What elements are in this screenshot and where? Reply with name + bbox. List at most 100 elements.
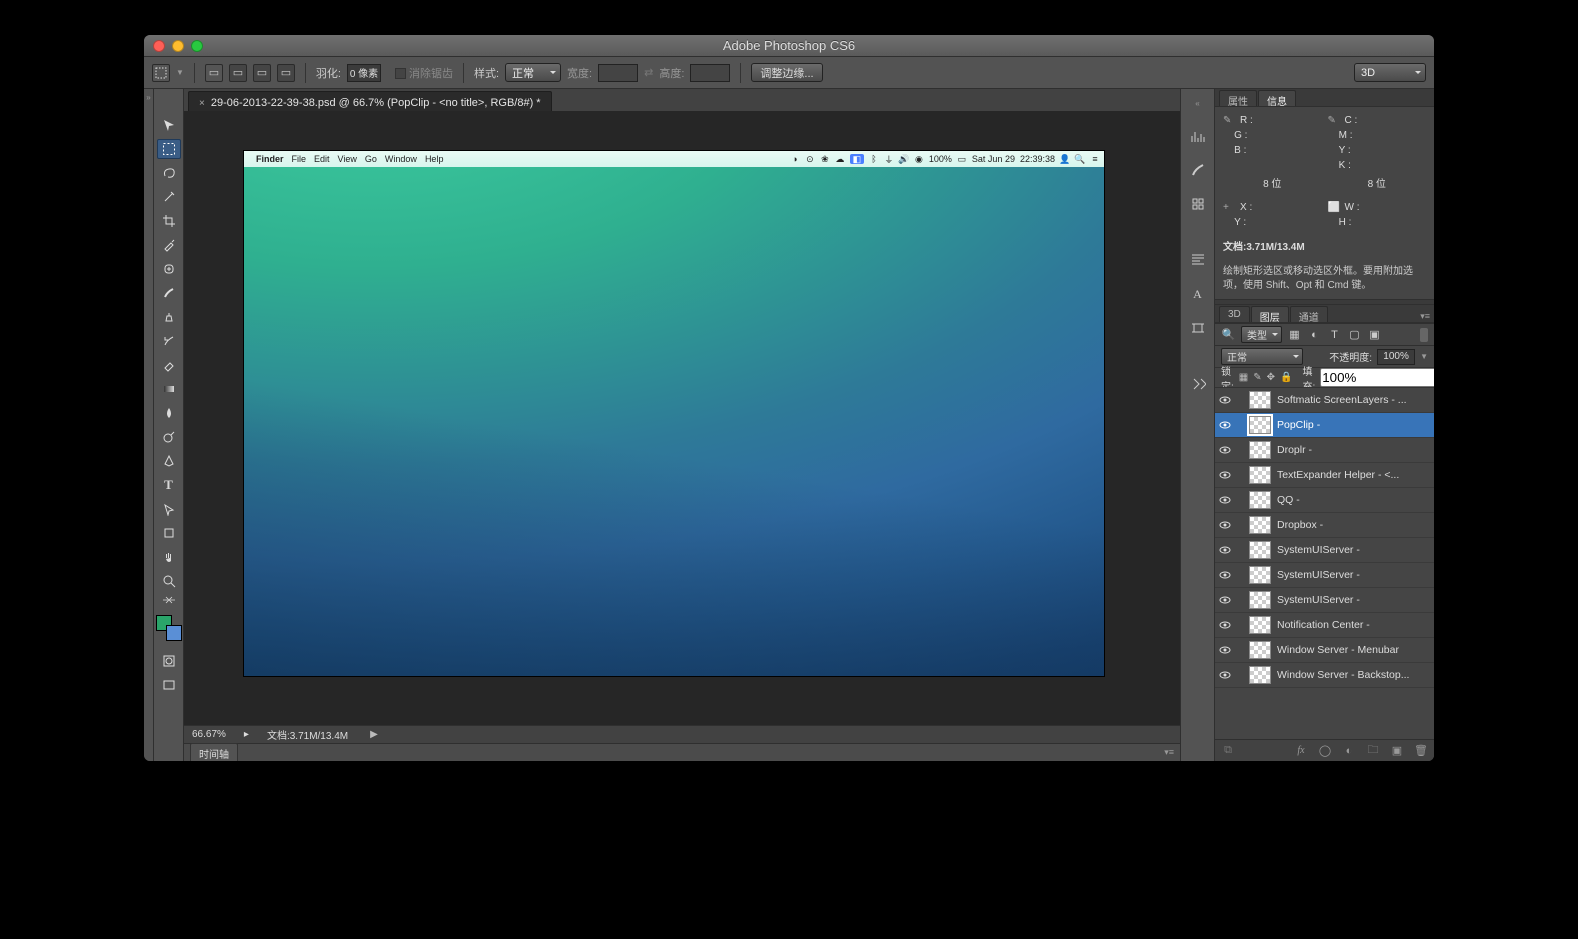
swatch-swap-icon[interactable] [157,595,181,605]
visibility-icon[interactable] [1219,444,1231,456]
type-tool[interactable]: T [157,475,181,495]
clone-stamp-tool[interactable] [157,307,181,327]
filter-toggle[interactable] [1420,328,1428,342]
lock-transparency-icon[interactable]: ▦ [1239,371,1248,385]
lock-pixels-icon[interactable]: ✎ [1253,371,1261,385]
timeline-tab[interactable]: 时间轴 [190,743,238,762]
filter-smart-icon[interactable]: ▣ [1367,327,1382,342]
zoom-level[interactable]: 66.67% [192,729,226,740]
layer-row[interactable]: SystemUIServer - [1215,563,1434,588]
layer-row[interactable]: Dropbox - [1215,513,1434,538]
opacity-input[interactable] [1377,349,1415,365]
visibility-icon[interactable] [1219,394,1231,406]
filter-adjust-icon[interactable]: ◐ [1307,327,1322,342]
status-disclosure-icon[interactable]: ▶ [370,729,378,740]
paragraph-panel-icon[interactable] [1186,248,1210,272]
properties-tab[interactable]: 属性 [1219,90,1257,106]
lasso-tool[interactable] [157,163,181,183]
new-group-icon[interactable]: 🗀 [1366,744,1380,758]
layer-row[interactable]: QQ - [1215,488,1434,513]
color-swatches[interactable] [156,615,182,641]
eyedropper-tool[interactable] [157,235,181,255]
layer-row[interactable]: Notification Center - [1215,613,1434,638]
visibility-icon[interactable] [1219,669,1231,681]
visibility-icon[interactable] [1219,644,1231,656]
crop-tool[interactable] [157,211,181,231]
layers-tab[interactable]: 图层 [1251,306,1289,322]
path-selection-tool[interactable] [157,499,181,519]
dock-collapse-icon[interactable]: « [1195,99,1199,108]
filter-search-icon[interactable]: 🔍 [1221,327,1236,342]
layer-thumbnail[interactable] [1249,616,1271,634]
blur-tool[interactable] [157,403,181,423]
shape-tool[interactable] [157,523,181,543]
character-panel-icon[interactable]: A [1186,282,1210,306]
screen-mode-icon[interactable] [157,675,181,695]
gradient-tool[interactable] [157,379,181,399]
feather-input[interactable] [347,64,381,82]
delete-layer-icon[interactable]: 🗑 [1414,744,1428,758]
hand-tool[interactable] [157,547,181,567]
layer-thumbnail[interactable] [1249,466,1271,484]
brush-tool[interactable] [157,283,181,303]
marquee-tool[interactable] [157,139,181,159]
layer-fx-icon[interactable]: fx [1294,744,1308,758]
workspace-select[interactable]: 3D [1354,63,1426,82]
move-tool[interactable] [157,115,181,135]
add-selection-icon[interactable]: ▭ [229,64,247,82]
channels-tab[interactable]: 通道 [1290,306,1328,322]
intersect-selection-icon[interactable]: ▭ [277,64,295,82]
layer-row[interactable]: Window Server - Backstop... [1215,663,1434,688]
lock-position-icon[interactable]: ✥ [1267,371,1275,385]
visibility-icon[interactable] [1219,594,1231,606]
new-layer-icon[interactable]: ▣ [1390,744,1404,758]
swatches-panel-icon[interactable] [1186,192,1210,216]
layer-thumbnail[interactable] [1249,541,1271,559]
visibility-icon[interactable] [1219,544,1231,556]
layer-row[interactable]: Droplr - [1215,438,1434,463]
brush-panel-icon[interactable] [1186,158,1210,182]
document-tab[interactable]: × 29-06-2013-22-39-38.psd @ 66.7% (PopCl… [188,91,552,111]
history-brush-tool[interactable] [157,331,181,351]
blend-mode-select[interactable]: 正常 [1221,348,1303,365]
layer-thumbnail[interactable] [1249,641,1271,659]
quick-mask-icon[interactable] [157,651,181,671]
layer-row[interactable]: SystemUIServer - [1215,538,1434,563]
tool-preset-picker[interactable] [152,64,170,82]
filter-type-icon[interactable]: T [1327,327,1342,342]
layer-mask-icon[interactable]: ◯ [1318,744,1332,758]
3d-tab[interactable]: 3D [1219,306,1250,322]
layer-thumbnail[interactable] [1249,491,1271,509]
chevron-down-icon[interactable]: ▼ [1420,352,1428,361]
visibility-icon[interactable] [1219,419,1231,431]
refine-edge-button[interactable]: 调整边缘... [751,63,822,82]
layer-row[interactable]: SystemUIServer - [1215,588,1434,613]
status-preview-icon[interactable]: ▸ [244,729,249,740]
link-layers-icon[interactable]: ⧉ [1221,744,1235,758]
histogram-panel-icon[interactable] [1186,124,1210,148]
layer-thumbnail[interactable] [1249,666,1271,684]
lock-all-icon[interactable]: 🔒 [1280,371,1292,385]
visibility-icon[interactable] [1219,519,1231,531]
filter-shape-icon[interactable]: ▢ [1347,327,1362,342]
canvas[interactable]: Finder File Edit View Go Window Help ◑ ⊙… [184,111,1180,725]
new-selection-icon[interactable]: ▭ [205,64,223,82]
visibility-icon[interactable] [1219,569,1231,581]
visibility-icon[interactable] [1219,494,1231,506]
doc-size[interactable]: 文档:3.71M/13.4M [267,727,348,742]
layer-thumbnail[interactable] [1249,391,1271,409]
visibility-icon[interactable] [1219,469,1231,481]
tools-collapse-gutter[interactable]: » [144,89,154,761]
chevron-down-icon[interactable]: ▼ [176,68,184,77]
eraser-tool[interactable] [157,355,181,375]
filter-pixel-icon[interactable]: ▦ [1287,327,1302,342]
layer-row[interactable]: Softmatic ScreenLayers - ... [1215,388,1434,413]
visibility-icon[interactable] [1219,619,1231,631]
styles-panel-icon[interactable] [1186,316,1210,340]
subtract-selection-icon[interactable]: ▭ [253,64,271,82]
layer-thumbnail[interactable] [1249,441,1271,459]
layer-row[interactable]: PopClip - [1215,413,1434,438]
layer-thumbnail[interactable] [1249,516,1271,534]
pen-tool[interactable] [157,451,181,471]
close-tab-icon[interactable]: × [199,98,205,109]
